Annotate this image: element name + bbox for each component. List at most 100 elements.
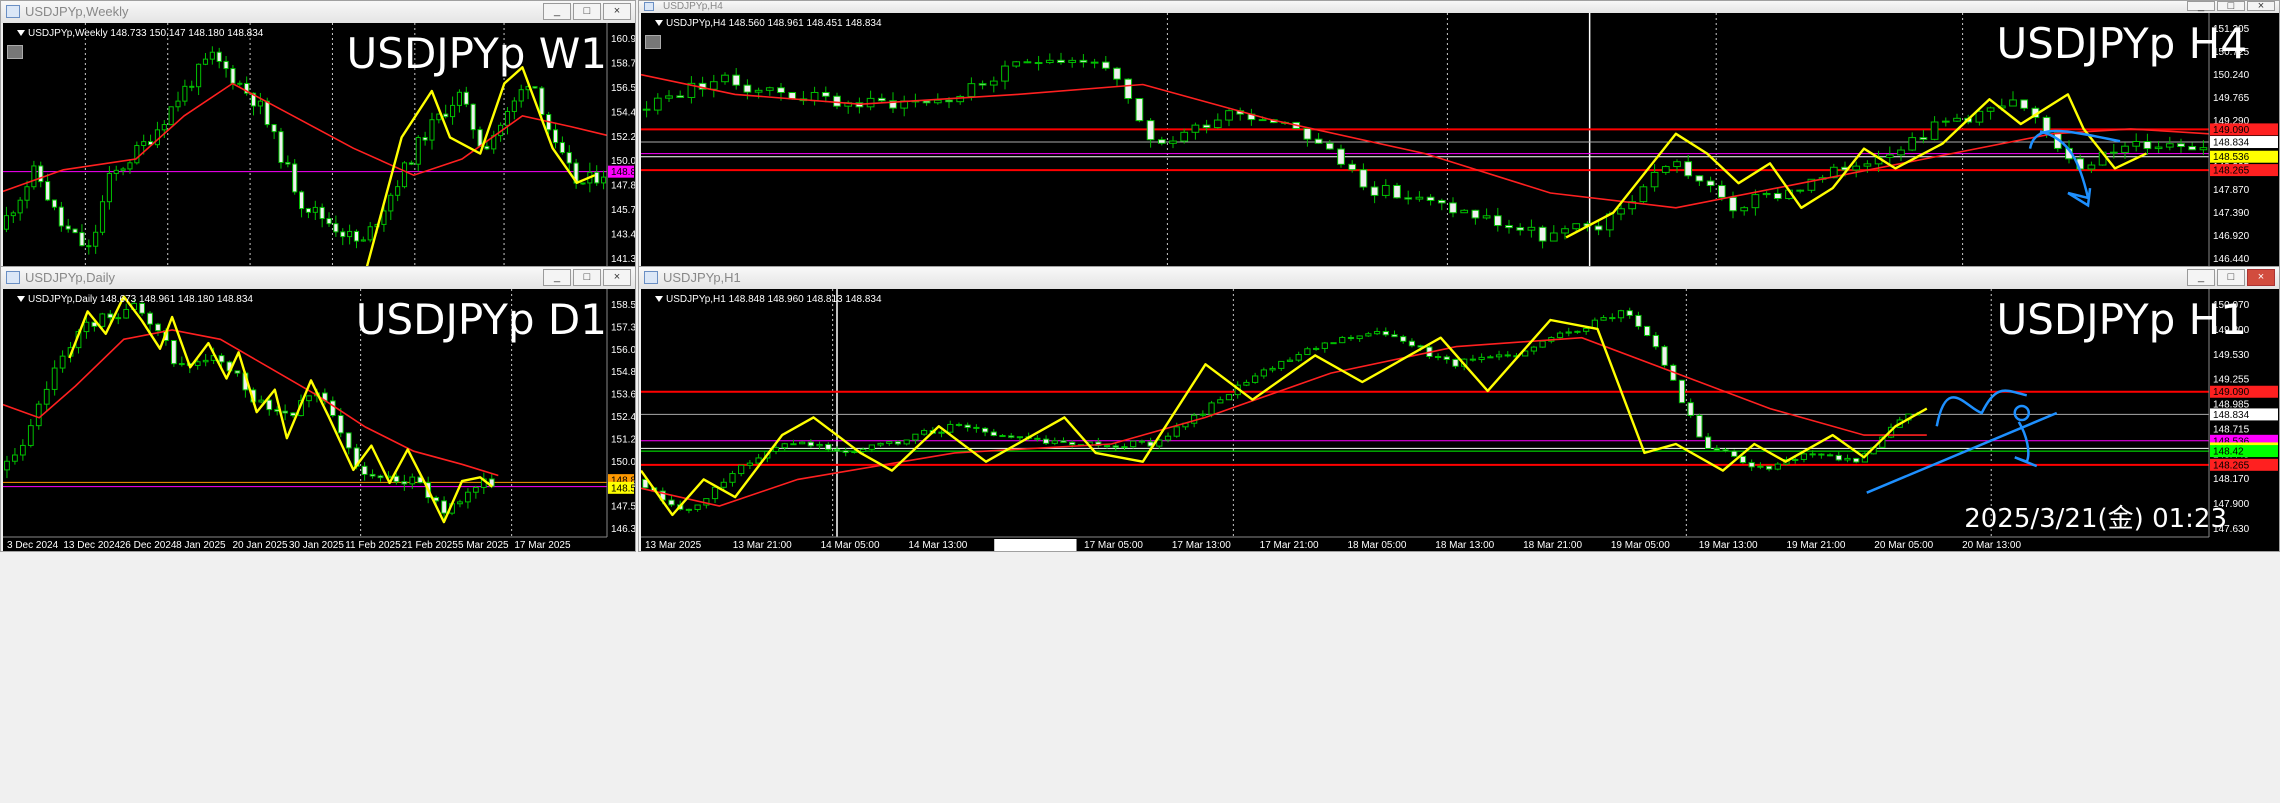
close-button[interactable]: ×	[2247, 1, 2275, 12]
candle-body	[1112, 445, 1119, 448]
time-axis-label: 13 Mar 2025	[645, 540, 702, 551]
close-button[interactable]: ×	[603, 269, 631, 286]
candle-body	[1687, 402, 1694, 416]
chart-window-h1[interactable]: USDJPYp,H1 _ □ × 150.070 149.800 149.530 149.…	[638, 266, 2280, 552]
candle-body	[329, 400, 336, 417]
candle-body	[395, 186, 401, 196]
price-axis-label: 151.225	[611, 434, 635, 445]
minimize-button[interactable]: _	[543, 3, 571, 20]
price-axis-label: 150.060	[611, 156, 635, 167]
candle-body	[1252, 375, 1259, 383]
restore-button[interactable]: □	[573, 269, 601, 286]
chart-plot-area[interactable]: 150.070 149.800 149.530 149.255 148.985 148.7…	[641, 289, 2279, 551]
candle-body	[1800, 453, 1808, 460]
candle-body	[337, 415, 344, 434]
time-axis-label: 17 Mar 13:00	[1172, 540, 1231, 551]
candle-body	[1561, 228, 1569, 234]
price-axis-label: 154.415	[611, 107, 635, 118]
close-button[interactable]: ×	[2247, 269, 2275, 286]
restore-button[interactable]: □	[573, 3, 601, 20]
candle-body	[1225, 394, 1233, 401]
restore-button[interactable]: □	[2217, 269, 2245, 286]
candle-body	[1748, 462, 1755, 468]
candle-body	[1090, 61, 1099, 64]
candle-body	[1295, 354, 1302, 361]
candle-body	[990, 431, 997, 437]
candle-body	[443, 113, 449, 118]
title-bar[interactable]: USDJPYp,Daily _ □ ×	[1, 267, 635, 289]
minimize-button[interactable]: _	[2187, 269, 2215, 286]
chart-tool-icon[interactable]	[7, 45, 23, 59]
candle-body	[1572, 223, 1581, 230]
candle-body	[1527, 226, 1536, 231]
candle-body	[123, 308, 130, 319]
candle-body	[170, 340, 177, 365]
candle-body	[35, 403, 42, 427]
time-axis-label: 2025.03.17 00:00	[996, 540, 1074, 551]
time-axis-label: 5 Mar 2025	[458, 540, 509, 551]
candle-body	[886, 441, 893, 444]
candle-body	[1661, 166, 1670, 173]
window-title: USDJPYp,H1	[663, 270, 741, 285]
chart-plot-area[interactable]: 160.935 158.770 156.560 154.415 152.205 150.0…	[3, 23, 635, 267]
chart-window-h4[interactable]: USDJPYp,H4 _ □ × 151.205 150.725 150.240 149.…	[638, 0, 2280, 268]
minimize-button[interactable]: _	[543, 269, 571, 286]
candle-body	[947, 423, 954, 433]
candle-body	[353, 230, 360, 242]
candle-body	[1740, 207, 1749, 212]
candle-body	[175, 100, 181, 108]
candle-body	[1051, 440, 1058, 444]
candle-body	[1765, 465, 1773, 470]
chart-plot-area[interactable]: 158.545 157.315 156.090 154.865 153.640 152.4…	[3, 289, 635, 551]
candle-body	[401, 481, 408, 485]
candle-body	[1260, 369, 1267, 377]
timeframe-label: USDJPYp H4	[1996, 19, 2247, 68]
title-bar[interactable]: USDJPYp,Weekly _ □ ×	[1, 1, 635, 23]
candle-body	[367, 226, 373, 241]
candle-body	[1594, 225, 1603, 231]
candle-body	[676, 95, 685, 98]
price-axis-label: 148.715	[2213, 424, 2250, 435]
candle-body	[1826, 454, 1834, 457]
candle-body	[465, 491, 471, 503]
candle-body	[973, 426, 980, 429]
candle-body	[580, 182, 586, 185]
price-badge-label: 148.536	[2213, 152, 2250, 163]
chart-tool-icon[interactable]	[645, 35, 661, 49]
candle-body	[868, 444, 875, 450]
candle-body	[1773, 192, 1782, 200]
candle-body	[903, 439, 910, 445]
price-axis-label: 150.240	[2213, 70, 2250, 81]
minimize-button[interactable]: _	[2187, 1, 2215, 12]
candle-body	[1016, 436, 1024, 439]
candle-body	[1538, 226, 1547, 242]
candle-body	[1278, 360, 1285, 369]
candle-body	[1695, 175, 1704, 182]
chart-plot-area[interactable]: 151.205150.725150.240149.765149.290148.8…	[641, 13, 2279, 267]
title-bar[interactable]: USDJPYp,H4 _ □ ×	[639, 1, 2279, 13]
candle-body	[120, 168, 126, 171]
time-axis-label: 18 Mar 21:00	[1523, 540, 1582, 551]
candle-body	[1495, 354, 1503, 358]
chart-window-weekly[interactable]: USDJPYp,Weekly _□× 160.935 158.770 156.560…	[0, 0, 636, 268]
chart-window-daily[interactable]: USDJPYp,Daily _□× 158.545157.315156.0901…	[0, 266, 636, 552]
candle-body	[1897, 149, 1905, 156]
chart-window-icon	[644, 271, 658, 284]
price-axis-label: 149.530	[2213, 350, 2250, 361]
candle-body	[299, 191, 305, 210]
close-button[interactable]: ×	[603, 3, 631, 20]
candle-body	[472, 486, 479, 493]
candle-body	[127, 162, 133, 170]
candle-body	[1885, 154, 1894, 158]
candle-body	[2121, 145, 2129, 153]
candle-body	[851, 451, 858, 454]
chart-info: USDJPYp,H1 148.848 148.960 148.813 148.8…	[655, 294, 882, 305]
title-bar[interactable]: USDJPYp,H1 _ □ ×	[639, 267, 2279, 289]
candle-body	[450, 104, 456, 118]
candle-body	[282, 410, 289, 414]
candle-body	[377, 475, 384, 479]
restore-button[interactable]: □	[2217, 1, 2245, 12]
candle-body	[264, 100, 270, 126]
candle-body	[1382, 331, 1389, 336]
candle-body	[1626, 310, 1633, 316]
